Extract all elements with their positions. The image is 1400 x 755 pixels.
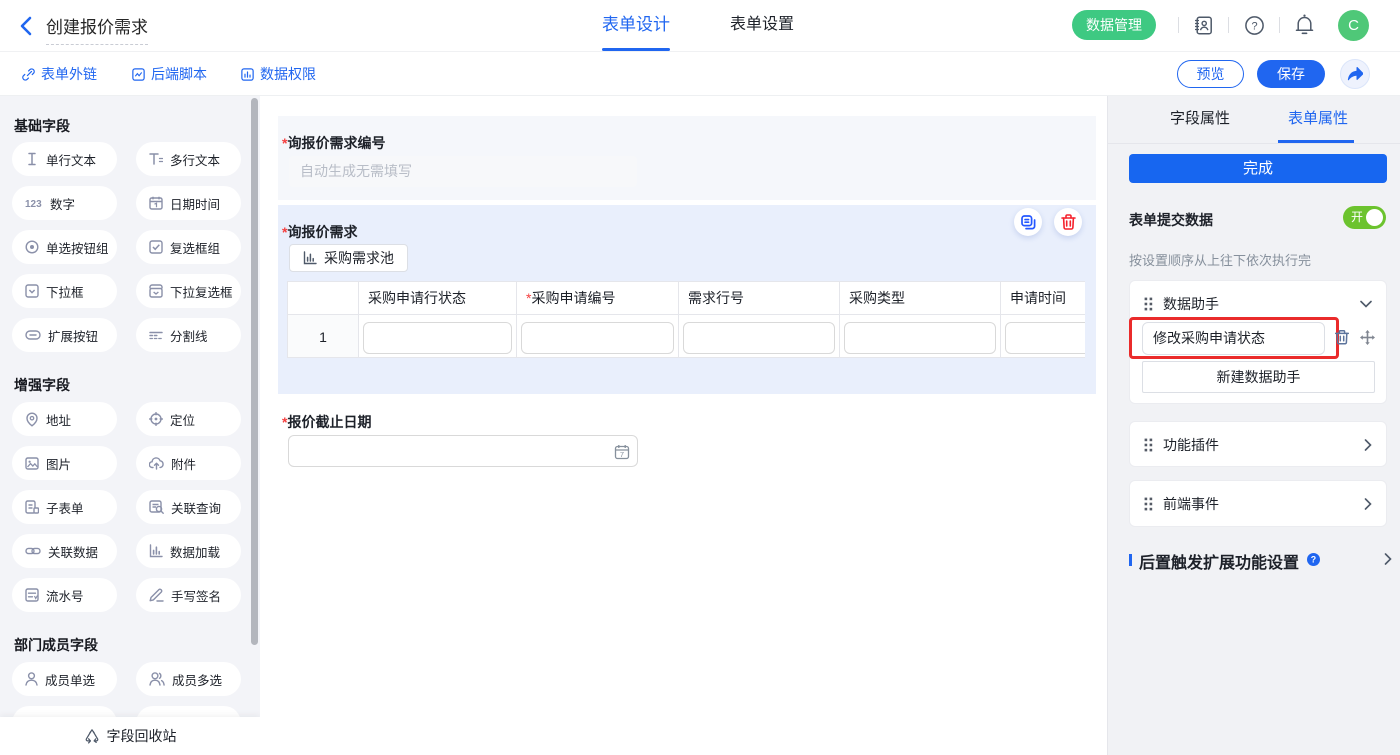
svg-text:123: 123 bbox=[25, 199, 42, 209]
svg-text:?: ? bbox=[1251, 20, 1257, 32]
svg-text:?: ? bbox=[1311, 555, 1316, 565]
svg-text:7: 7 bbox=[620, 450, 624, 459]
